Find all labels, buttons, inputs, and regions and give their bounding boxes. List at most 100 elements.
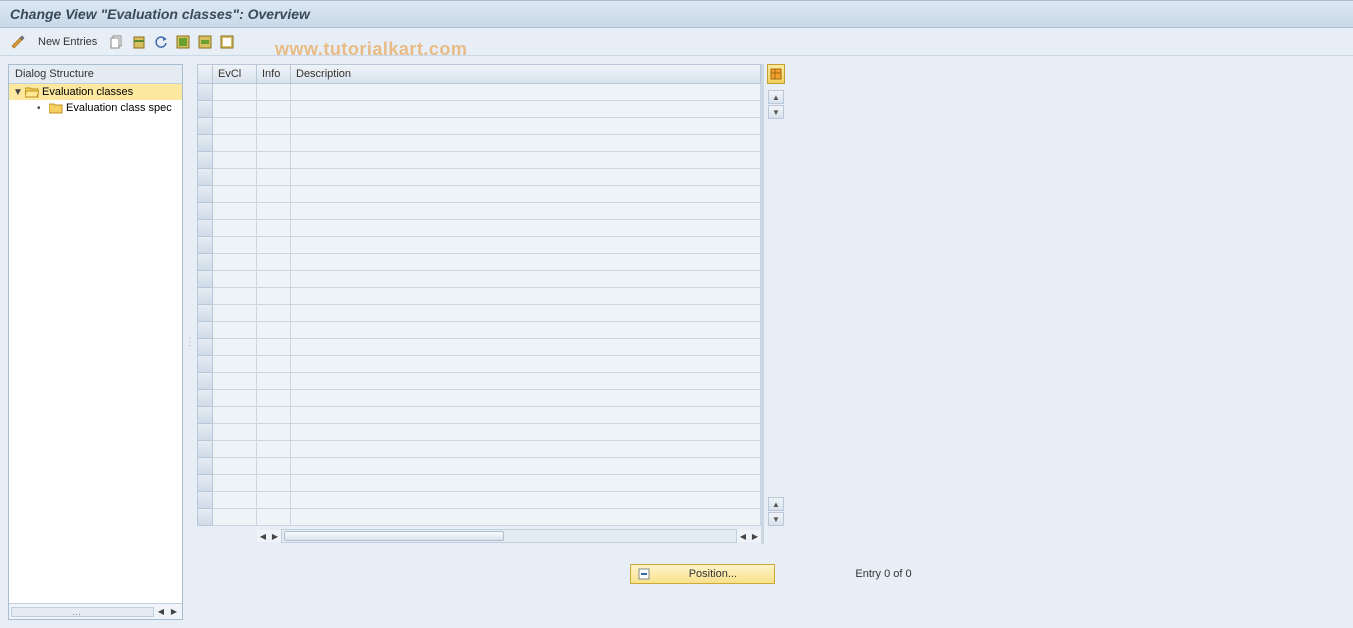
row-selector[interactable] bbox=[197, 152, 213, 169]
cell-evcl[interactable] bbox=[213, 101, 257, 118]
cell-description[interactable] bbox=[291, 322, 761, 339]
cell-evcl[interactable] bbox=[213, 407, 257, 424]
tree-horizontal-scrollbar[interactable]: ⋯ ◀ ▶ bbox=[9, 603, 182, 619]
cell-evcl[interactable] bbox=[213, 373, 257, 390]
cell-info[interactable] bbox=[257, 305, 291, 322]
row-selector[interactable] bbox=[197, 220, 213, 237]
select-block-icon[interactable] bbox=[197, 34, 213, 50]
tree-expander-icon[interactable]: ▼ bbox=[13, 87, 22, 98]
cell-description[interactable] bbox=[291, 475, 761, 492]
cell-description[interactable] bbox=[291, 169, 761, 186]
row-selector[interactable] bbox=[197, 169, 213, 186]
row-selector[interactable] bbox=[197, 203, 213, 220]
cell-info[interactable] bbox=[257, 271, 291, 288]
cell-evcl[interactable] bbox=[213, 356, 257, 373]
cell-info[interactable] bbox=[257, 101, 291, 118]
cell-evcl[interactable] bbox=[213, 441, 257, 458]
cell-evcl[interactable] bbox=[213, 186, 257, 203]
cell-description[interactable] bbox=[291, 492, 761, 509]
table-row[interactable] bbox=[197, 186, 761, 203]
cell-info[interactable] bbox=[257, 237, 291, 254]
cell-info[interactable] bbox=[257, 373, 291, 390]
cell-description[interactable] bbox=[291, 203, 761, 220]
grid-scroll-track[interactable] bbox=[281, 529, 737, 543]
row-selector[interactable] bbox=[197, 305, 213, 322]
cell-description[interactable] bbox=[291, 441, 761, 458]
cell-evcl[interactable] bbox=[213, 322, 257, 339]
splitter-handle[interactable]: ⋮ bbox=[187, 56, 193, 628]
cell-info[interactable] bbox=[257, 118, 291, 135]
cell-evcl[interactable] bbox=[213, 237, 257, 254]
scroll-right-end-icon[interactable]: ▶ bbox=[749, 530, 761, 542]
grid-scroll-thumb[interactable] bbox=[284, 531, 504, 541]
toggle-display-change-icon[interactable] bbox=[10, 34, 26, 50]
cell-description[interactable] bbox=[291, 254, 761, 271]
cell-info[interactable] bbox=[257, 475, 291, 492]
row-selector[interactable] bbox=[197, 441, 213, 458]
row-selector[interactable] bbox=[197, 407, 213, 424]
cell-evcl[interactable] bbox=[213, 203, 257, 220]
cell-description[interactable] bbox=[291, 305, 761, 322]
table-row[interactable] bbox=[197, 84, 761, 101]
row-selector[interactable] bbox=[197, 186, 213, 203]
row-selector[interactable] bbox=[197, 475, 213, 492]
cell-description[interactable] bbox=[291, 356, 761, 373]
table-row[interactable] bbox=[197, 220, 761, 237]
table-row[interactable] bbox=[197, 373, 761, 390]
cell-description[interactable] bbox=[291, 271, 761, 288]
table-row[interactable] bbox=[197, 101, 761, 118]
cell-description[interactable] bbox=[291, 101, 761, 118]
table-row[interactable] bbox=[197, 339, 761, 356]
cell-evcl[interactable] bbox=[213, 305, 257, 322]
cell-evcl[interactable] bbox=[213, 135, 257, 152]
row-selector[interactable] bbox=[197, 492, 213, 509]
cell-description[interactable] bbox=[291, 339, 761, 356]
tree-node-evaluation-classes[interactable]: ▼ Evaluation classes bbox=[9, 84, 182, 100]
table-row[interactable] bbox=[197, 475, 761, 492]
cell-description[interactable] bbox=[291, 84, 761, 101]
table-row[interactable] bbox=[197, 441, 761, 458]
cell-info[interactable] bbox=[257, 288, 291, 305]
cell-info[interactable] bbox=[257, 356, 291, 373]
cell-info[interactable] bbox=[257, 339, 291, 356]
table-row[interactable] bbox=[197, 424, 761, 441]
delete-icon[interactable] bbox=[131, 34, 147, 50]
new-entries-button[interactable]: New Entries bbox=[32, 34, 103, 50]
grid-header-description[interactable]: Description bbox=[291, 64, 761, 84]
table-row[interactable] bbox=[197, 169, 761, 186]
cell-description[interactable] bbox=[291, 152, 761, 169]
tree-scroll-track[interactable]: ⋯ bbox=[11, 607, 154, 617]
table-row[interactable] bbox=[197, 356, 761, 373]
cell-info[interactable] bbox=[257, 390, 291, 407]
row-selector[interactable] bbox=[197, 118, 213, 135]
scroll-left-icon[interactable]: ◀ bbox=[155, 606, 167, 618]
cell-info[interactable] bbox=[257, 220, 291, 237]
row-selector[interactable] bbox=[197, 135, 213, 152]
table-row[interactable] bbox=[197, 237, 761, 254]
cell-evcl[interactable] bbox=[213, 390, 257, 407]
table-row[interactable] bbox=[197, 492, 761, 509]
table-settings-button[interactable] bbox=[767, 64, 785, 84]
cell-evcl[interactable] bbox=[213, 84, 257, 101]
row-selector[interactable] bbox=[197, 373, 213, 390]
row-selector[interactable] bbox=[197, 339, 213, 356]
grid-horizontal-scrollbar[interactable]: ◀ ▶ ◀ ▶ bbox=[197, 528, 761, 544]
table-row[interactable] bbox=[197, 509, 761, 526]
cell-evcl[interactable] bbox=[213, 475, 257, 492]
row-selector[interactable] bbox=[197, 254, 213, 271]
cell-description[interactable] bbox=[291, 390, 761, 407]
cell-info[interactable] bbox=[257, 186, 291, 203]
cell-info[interactable] bbox=[257, 441, 291, 458]
grid-header-info[interactable]: Info bbox=[257, 64, 291, 84]
cell-evcl[interactable] bbox=[213, 458, 257, 475]
cell-info[interactable] bbox=[257, 492, 291, 509]
cell-info[interactable] bbox=[257, 203, 291, 220]
row-selector[interactable] bbox=[197, 288, 213, 305]
row-selector[interactable] bbox=[197, 237, 213, 254]
scroll-bottom-icon[interactable]: ▼ bbox=[768, 512, 784, 526]
cell-description[interactable] bbox=[291, 118, 761, 135]
cell-description[interactable] bbox=[291, 288, 761, 305]
scroll-left-icon[interactable]: ◀ bbox=[257, 530, 269, 542]
table-row[interactable] bbox=[197, 390, 761, 407]
deselect-all-icon[interactable] bbox=[219, 34, 235, 50]
